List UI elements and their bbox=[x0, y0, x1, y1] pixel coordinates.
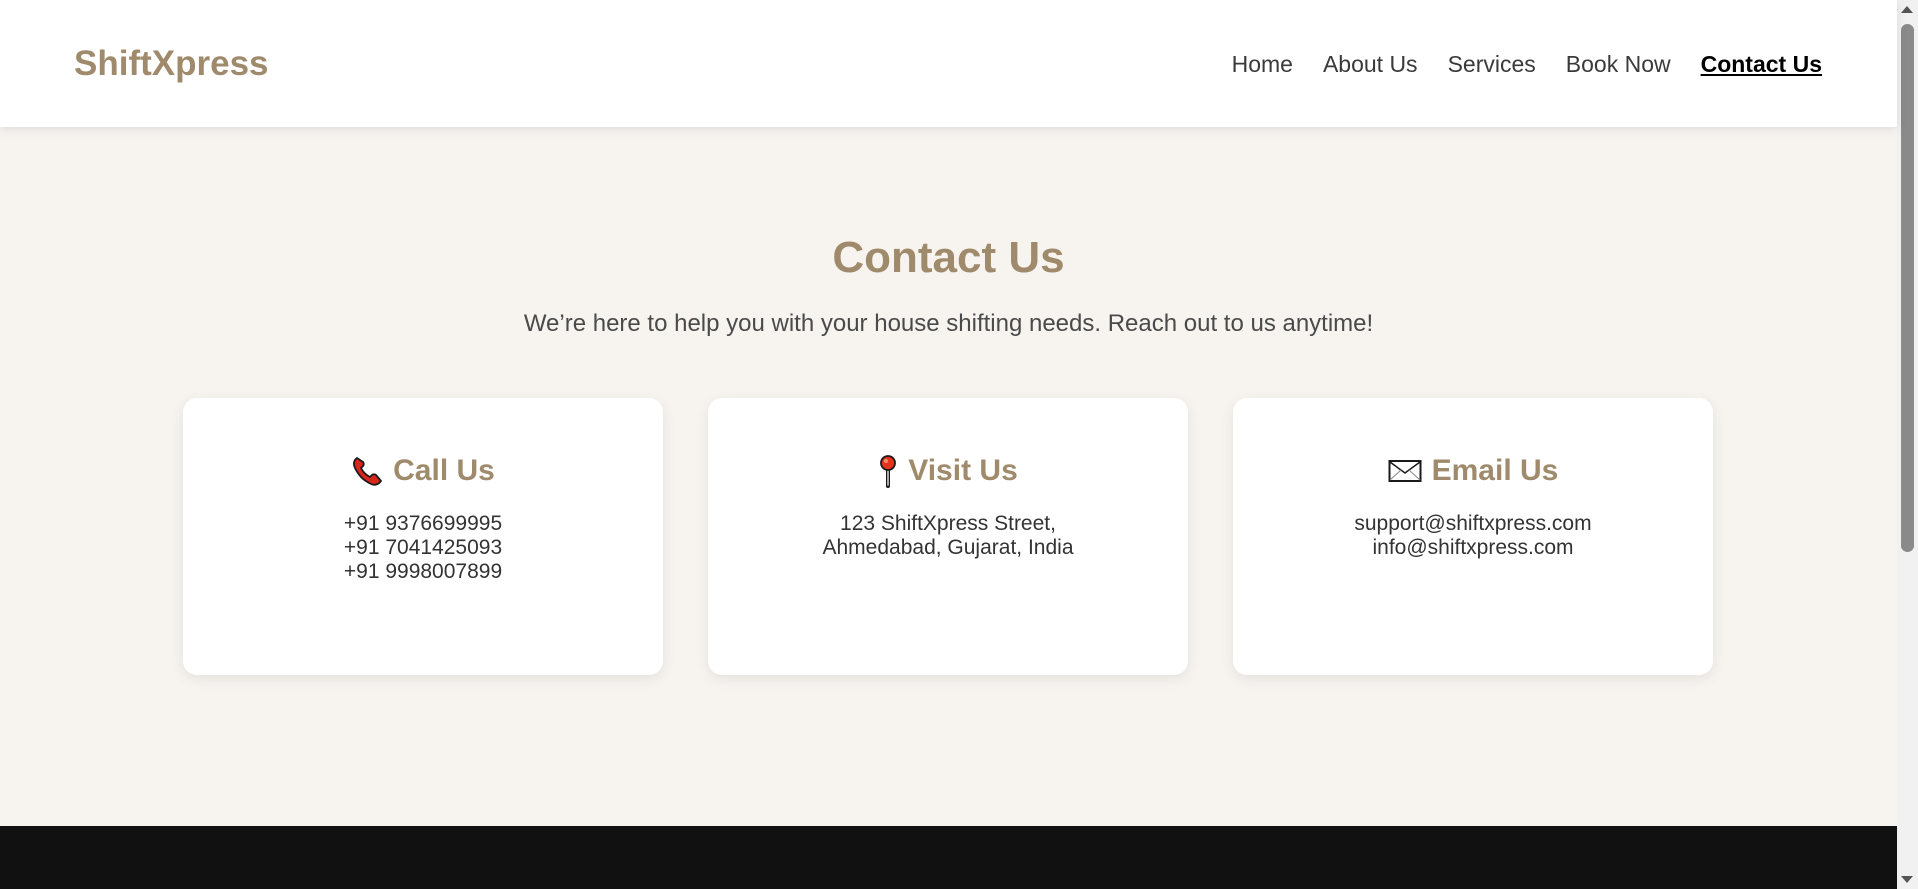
scrollbar-thumb[interactable] bbox=[1901, 24, 1914, 552]
address-line: Ahmedabad, Gujarat, India bbox=[822, 536, 1074, 559]
email-us-heading: Email Us bbox=[1233, 454, 1713, 488]
scroll-up-arrow-icon[interactable] bbox=[1901, 6, 1913, 13]
phone-icon bbox=[351, 455, 383, 487]
nav-services[interactable]: Services bbox=[1448, 51, 1536, 78]
phone-number[interactable]: +91 9998007899 bbox=[183, 560, 663, 584]
vertical-scrollbar[interactable] bbox=[1897, 0, 1918, 889]
nav-contact-us[interactable]: Contact Us bbox=[1701, 51, 1822, 78]
visit-us-heading: Visit Us bbox=[708, 454, 1188, 488]
call-us-card: Call Us +91 9376699995 +91 7041425093 +9… bbox=[183, 398, 663, 675]
visit-us-title: Visit Us bbox=[908, 454, 1018, 487]
page: ShiftXpress Home About Us Services Book … bbox=[0, 0, 1897, 889]
nav-home[interactable]: Home bbox=[1232, 51, 1293, 78]
call-us-heading: Call Us bbox=[183, 454, 663, 488]
page-subtitle: We’re here to help you with your house s… bbox=[523, 310, 1374, 337]
phone-list: +91 9376699995 +91 7041425093 +91 999800… bbox=[183, 512, 663, 584]
map-pin-icon bbox=[878, 454, 898, 488]
call-us-title: Call Us bbox=[393, 454, 495, 487]
nav-book-now[interactable]: Book Now bbox=[1566, 51, 1671, 78]
phone-number[interactable]: +91 9376699995 bbox=[183, 512, 663, 536]
site-footer bbox=[0, 826, 1897, 889]
email-us-title: Email Us bbox=[1431, 454, 1559, 487]
email-list: support@shiftxpress.com info@shiftxpress… bbox=[1233, 512, 1713, 560]
page-title: Contact Us bbox=[832, 233, 1065, 282]
address-block: 123 ShiftXpress Street, Ahmedabad, Gujar… bbox=[708, 512, 1188, 560]
brand-logo[interactable]: ShiftXpress bbox=[74, 44, 269, 84]
email-address[interactable]: info@shiftxpress.com bbox=[1233, 536, 1713, 560]
address-line: 123 ShiftXpress Street, bbox=[840, 512, 1056, 535]
email-address[interactable]: support@shiftxpress.com bbox=[1233, 512, 1713, 536]
visit-us-card: Visit Us 123 ShiftXpress Street, Ahmedab… bbox=[708, 398, 1188, 675]
scroll-down-arrow-icon[interactable] bbox=[1901, 876, 1913, 883]
envelope-icon bbox=[1388, 459, 1422, 483]
site-header: ShiftXpress Home About Us Services Book … bbox=[0, 0, 1897, 127]
phone-number[interactable]: +91 7041425093 bbox=[183, 536, 663, 560]
main-nav: Home About Us Services Book Now Contact … bbox=[1232, 51, 1822, 78]
email-us-card: Email Us support@shiftxpress.com info@sh… bbox=[1233, 398, 1713, 675]
nav-about-us[interactable]: About Us bbox=[1323, 51, 1418, 78]
